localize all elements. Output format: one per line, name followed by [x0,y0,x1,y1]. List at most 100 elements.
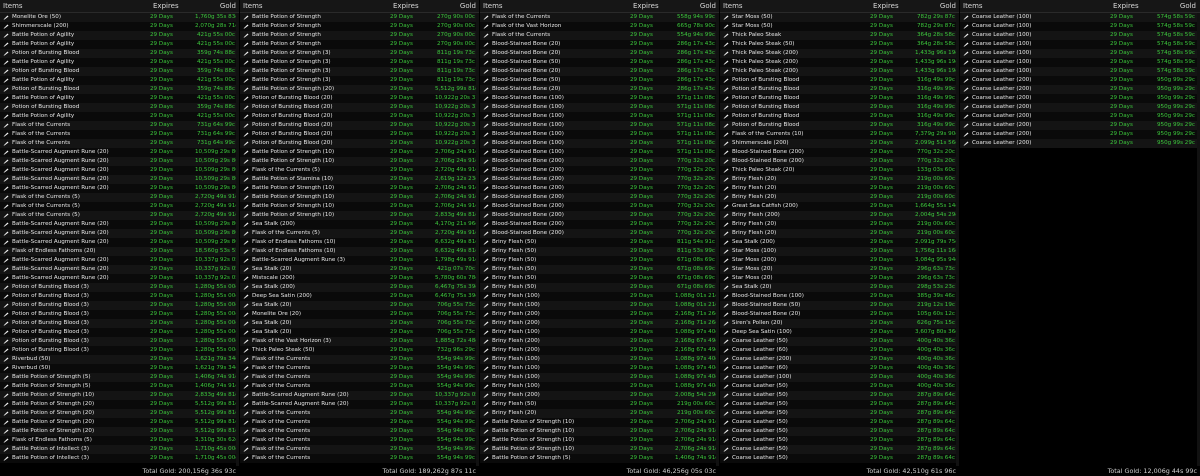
listing-row[interactable]: Battle-Scarred Augment Rune (20) 29 Days… [0,238,239,247]
listing-row[interactable]: Coarse Leather (100) 29 Days 400g 40s 36… [720,373,959,382]
listing-row[interactable]: Potion of Bursting Blood (3) 29 Days 1,2… [0,283,239,292]
items-column-header[interactable]: Items [720,2,873,10]
listing-row[interactable]: Flask of the Currents 29 Days 554g 94s 9… [240,427,479,436]
listing-row[interactable]: Battle Potion of Agility 29 Days 421g 55… [0,40,239,49]
listing-row[interactable]: Battle Potion of Strength (20) 29 Days 5… [0,400,239,409]
listing-row[interactable]: Great Sea Catfish (200) 29 Days 1,664g 5… [720,202,959,211]
listing-row[interactable]: Flask of the Currents 29 Days 554g 94s 9… [240,355,479,364]
listing-row[interactable]: Potion of Bursting Blood (3) 29 Days 1,2… [0,310,239,319]
scrollbar[interactable] [956,13,959,466]
listing-row[interactable]: Thick Paleo Steak (200) 29 Days 1,433g 9… [720,49,959,58]
listing-row[interactable]: Battle-Scarred Augment Rune (20) 29 Days… [0,166,239,175]
listing-row[interactable]: Coarse Leather (50) 29 Days 287g 89s 64c [720,445,959,454]
listing-row[interactable]: Coarse Leather (50) 29 Days 287g 89s 64c [720,400,959,409]
listing-row[interactable]: Shimmerscale (200) 29 Days 2,070g 28s 71… [0,22,239,31]
listing-row[interactable]: Coarse Leather (50) 29 Days 287g 89s 64c [720,418,959,427]
listing-row[interactable]: Briny Flesh (200) 29 Days 2,004g 54s 29c [720,211,959,220]
listing-row[interactable]: Battle Potion of Agility 29 Days 421g 55… [0,58,239,67]
listing-row[interactable]: Coarse Leather (50) 29 Days 400g 40s 36c [720,337,959,346]
listing-row[interactable]: Flask of the Vast Horizon 29 Days 665g 7… [480,22,719,31]
listing-row[interactable]: Blood-Stained Bone (200) 29 Days 770g 32… [720,157,959,166]
listing-row[interactable]: Blood-Stained Bone (50) 29 Days 286g 17s… [480,76,719,85]
listing-row[interactable]: Deep Sea Satin (200) 29 Days 6,467g 75s … [240,292,479,301]
listing-row[interactable]: Briny Flesh (20) 29 Days 219g 00s 60c [480,409,719,418]
listing-row[interactable]: Blood-Stained Bone (100) 29 Days 571g 11… [480,130,719,139]
listing-row[interactable]: Flask of the Currents 29 Days 554g 94s 9… [240,373,479,382]
listing-row[interactable]: Potion of Bursting Blood (3) 29 Days 1,2… [0,328,239,337]
listing-row[interactable]: Flask of Endless Fathoms (20) 29 Days 18… [0,247,239,256]
listing-row[interactable]: Sea Stalk (200) 29 Days 4,170g 21s 96c [240,220,479,229]
listing-row[interactable]: Battle Potion of Strength (3) 29 Days 81… [240,76,479,85]
listing-row[interactable]: Shimmerscale (200) 29 Days 2,099g 51s 56… [720,139,959,148]
listing-row[interactable]: Flask of the Currents 29 Days 731g 64s 9… [0,130,239,139]
listing-row[interactable]: Flask of the Currents 29 Days 731g 64s 9… [0,121,239,130]
listing-row[interactable]: Briny Flesh (50) 29 Days 671g 08s 69c [480,283,719,292]
scrollbar[interactable] [716,13,719,466]
listing-row[interactable]: Sea Stalk (20) 29 Days 706g 55s 73c [240,319,479,328]
listing-row[interactable]: Blood-Stained Bone (20) 29 Days 286g 17s… [480,40,719,49]
listing-row[interactable]: Blood-Stained Bone (100) 29 Days 571g 11… [480,139,719,148]
listing-row[interactable]: Thick Paleo Steak (20) 29 Days 133g 03s … [720,166,959,175]
listing-row[interactable]: Potion of Bursting Blood 29 Days 359g 74… [0,85,239,94]
listing-row[interactable]: Battle-Scarred Augment Rune (20) 29 Days… [0,175,239,184]
listing-row[interactable]: Potion of Bursting Blood (3) 29 Days 1,2… [0,319,239,328]
listing-row[interactable]: Riverbud (50) 29 Days 1,621g 79s 34c [0,355,239,364]
listing-row[interactable]: Briny Flesh (200) 29 Days 2,168g 71s 26c [480,319,719,328]
listing-row[interactable]: Blood-Stained Bone (200) 29 Days 770g 32… [480,193,719,202]
listing-row[interactable]: Battle Potion of Strength (5) 29 Days 1,… [480,454,719,463]
listing-row[interactable]: Blood-Stained Bone (200) 29 Days 770g 32… [480,211,719,220]
listing-row[interactable]: Potion of Bursting Blood (20) 29 Days 10… [240,121,479,130]
expires-column-header[interactable]: Expires [393,2,438,10]
items-column-header[interactable]: Items [960,2,1113,10]
listing-row[interactable]: Sea Stalk (20) 29 Days 298g 53s 23c [720,283,959,292]
listing-row[interactable]: Briny Flesh (100) 29 Days 1,088g 97s 40c [480,382,719,391]
listing-row[interactable]: Flask of the Currents (5) 29 Days 2,720g… [0,211,239,220]
listing-row[interactable]: Mistscale (200) 29 Days 5,780g 60s 78c [240,274,479,283]
listing-row[interactable]: Coarse Leather (50) 29 Days 287g 89s 64c [720,436,959,445]
listing-row[interactable]: Potion of Bursting Blood (20) 29 Days 10… [240,94,479,103]
listing-row[interactable]: Flask of the Currents 29 Days 554g 94s 9… [240,364,479,373]
listing-row[interactable]: Flask of the Currents (5) 29 Days 2,720g… [0,202,239,211]
items-column-header[interactable]: Items [0,2,153,10]
listing-row[interactable]: Battle Potion of Strength (10) 29 Days 2… [240,202,479,211]
listing-row[interactable]: Potion of Bursting Blood 29 Days 316g 49… [720,103,959,112]
listing-row[interactable]: Battle Potion of Strength (10) 29 Days 2… [240,148,479,157]
listing-row[interactable]: Battle Potion of Strength 29 Days 270g 9… [240,13,479,22]
listing-row[interactable]: Battle-Scarred Augment Rune (3) 29 Days … [240,256,479,265]
listing-row[interactable]: Potion of Bursting Blood 29 Days 359g 74… [0,103,239,112]
gold-column-header[interactable]: Gold [438,2,476,10]
listing-row[interactable]: Battle Potion of Intellect (3) 29 Days 1… [0,454,239,463]
listing-row[interactable]: Flask of the Currents 29 Days 731g 64s 9… [0,139,239,148]
listing-row[interactable]: Blood-Stained Bone (100) 29 Days 571g 11… [480,148,719,157]
listing-row[interactable]: Sea Stalk (200) 29 Days 2,091g 79s 75c [720,238,959,247]
listing-row[interactable]: Battle Potion of Stamina (10) 29 Days 2,… [240,175,479,184]
listing-row[interactable]: Flask of the Currents 29 Days 554g 94s 9… [240,382,479,391]
listing-row[interactable]: Briny Flesh (20) 29 Days 219g 00s 60c [720,193,959,202]
listing-row[interactable]: Coarse Leather (100) 29 Days 574g 58s 59… [960,49,1200,58]
gold-column-header[interactable]: Gold [198,2,236,10]
expires-column-header[interactable]: Expires [1113,2,1158,10]
listing-row[interactable]: Briny Flesh (50) 29 Days 671g 08s 69c [480,265,719,274]
gold-column-header[interactable]: Gold [678,2,716,10]
listing-row[interactable]: Briny Flesh (50) 29 Days 671g 08s 69c [480,274,719,283]
listing-row[interactable]: Thick Paleo Steak (50) 29 Days 364g 28s … [720,40,959,49]
listing-row[interactable]: Coarse Leather (200) 29 Days 950g 99s 29… [960,121,1200,130]
listing-row[interactable]: Potion of Bursting Blood 29 Days 359g 74… [0,67,239,76]
listing-row[interactable]: Coarse Leather (50) 29 Days 287g 89s 64c [720,427,959,436]
listing-row[interactable]: Battle Potion of Strength 29 Days 270g 9… [240,40,479,49]
listing-row[interactable]: Coarse Leather (200) 29 Days 950g 99s 29… [960,85,1200,94]
listing-row[interactable]: Star Moss (20) 29 Days 296g 63s 73c [720,274,959,283]
listing-row[interactable]: Briny Flesh (200) 29 Days 2,168g 71s 26c [480,310,719,319]
listing-row[interactable]: Blood-Stained Bone (100) 29 Days 385g 39… [720,292,959,301]
listing-row[interactable]: Blood-Stained Bone (200) 29 Days 770g 32… [480,229,719,238]
listing-row[interactable]: Flask of Endless Fathoms (10) 29 Days 6,… [240,238,479,247]
listing-row[interactable]: Briny Flesh (100) 29 Days 1,088g 97s 40c [480,364,719,373]
listing-row[interactable]: Battle Potion of Agility 29 Days 421g 55… [0,31,239,40]
listing-row[interactable]: Coarse Leather (50) 29 Days 287g 89s 64c [720,409,959,418]
listing-row[interactable]: Coarse Leather (200) 29 Days 950g 99s 29… [960,139,1200,148]
listing-row[interactable]: Coarse Leather (100) 29 Days 574g 58s 59… [960,22,1200,31]
listing-row[interactable]: Coarse Leather (100) 29 Days 574g 58s 59… [960,40,1200,49]
listing-row[interactable]: Coarse Leather (100) 29 Days 574g 58s 59… [960,67,1200,76]
listing-row[interactable]: Battle-Scarred Augment Rune (20) 29 Days… [0,256,239,265]
listing-row[interactable]: Battle Potion of Strength (20) 29 Days 5… [240,85,479,94]
